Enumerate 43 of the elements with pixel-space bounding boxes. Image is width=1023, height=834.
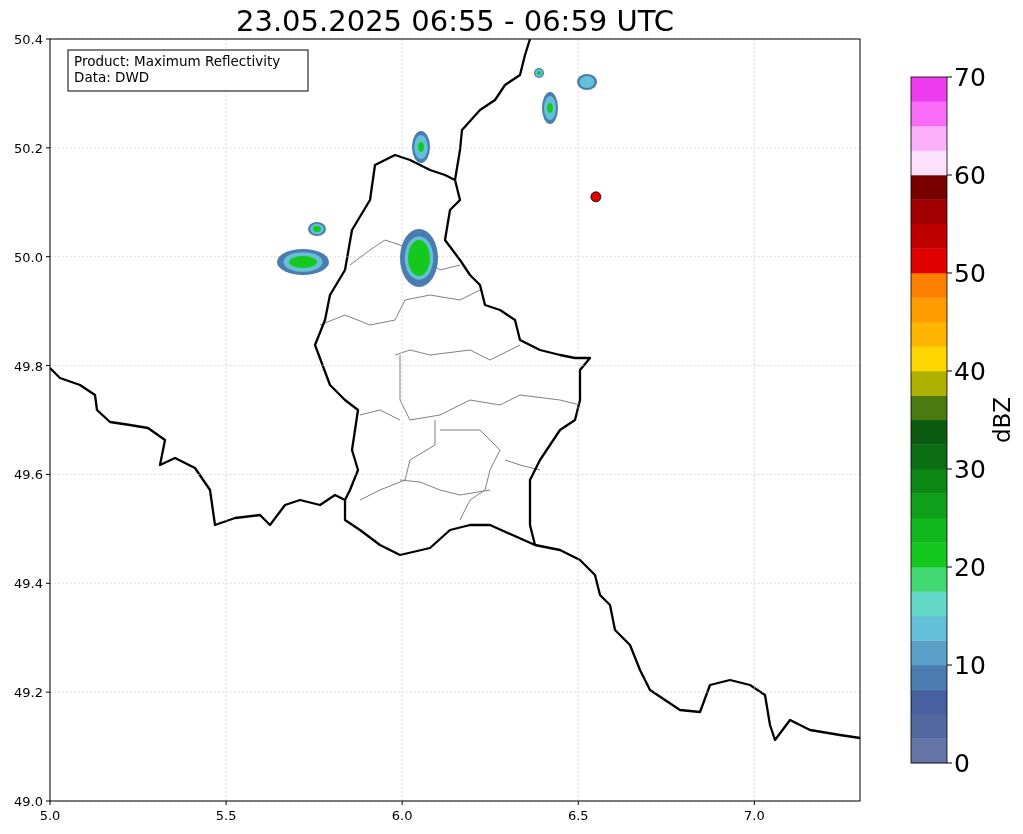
radar-echo xyxy=(277,249,329,275)
chart-title: 23.05.2025 06:55 - 06:59 UTC xyxy=(236,4,674,38)
tick-mark xyxy=(45,691,51,693)
tick-label: 5.5 xyxy=(215,808,237,823)
tick-label: 49.8 xyxy=(14,358,43,374)
tick-label: 20 xyxy=(954,553,986,582)
tick-label: 49.6 xyxy=(14,467,43,483)
tick-label: 50.4 xyxy=(14,32,43,47)
radar-echo xyxy=(577,74,597,90)
tick-mark xyxy=(577,800,579,806)
tick-label: 30 xyxy=(954,455,986,484)
tick-label: 0 xyxy=(954,749,970,778)
tick-mark xyxy=(45,256,51,258)
tick-label: 49.2 xyxy=(14,685,43,701)
tick-label: 60 xyxy=(954,161,986,190)
tick-mark xyxy=(225,800,227,806)
tick-mark xyxy=(45,365,51,367)
tick-label: 40 xyxy=(954,357,986,386)
info-text: Product: Maximum Reflectivity xyxy=(74,53,281,69)
tick-label: 49.4 xyxy=(14,576,43,592)
tick-mark xyxy=(401,800,403,806)
radar-echo xyxy=(542,92,558,124)
tick-label: 6.5 xyxy=(567,808,589,823)
tick-mark xyxy=(45,473,51,475)
axis-label: dBZ xyxy=(989,396,1015,444)
tick-label: 70 xyxy=(954,63,986,92)
radar-echo xyxy=(308,222,326,236)
tick-label: 10 xyxy=(954,651,986,680)
tick-mark xyxy=(753,800,755,806)
info-text: Data: DWD xyxy=(74,69,150,85)
tick-label: 5.0 xyxy=(39,808,61,823)
radar-echo xyxy=(412,131,430,163)
tick-mark xyxy=(45,38,51,40)
tick-label: 50 xyxy=(954,259,986,288)
tick-mark xyxy=(45,582,51,584)
tick-mark xyxy=(45,147,51,149)
radar-echo xyxy=(400,229,438,287)
tick-label: 50.2 xyxy=(14,140,43,156)
tick-label: 50.0 xyxy=(14,249,43,265)
tick-label: 49.0 xyxy=(14,794,43,809)
tick-label: 6.0 xyxy=(391,808,413,823)
tick-label: 7.0 xyxy=(744,808,765,823)
radar-echo xyxy=(534,68,544,78)
